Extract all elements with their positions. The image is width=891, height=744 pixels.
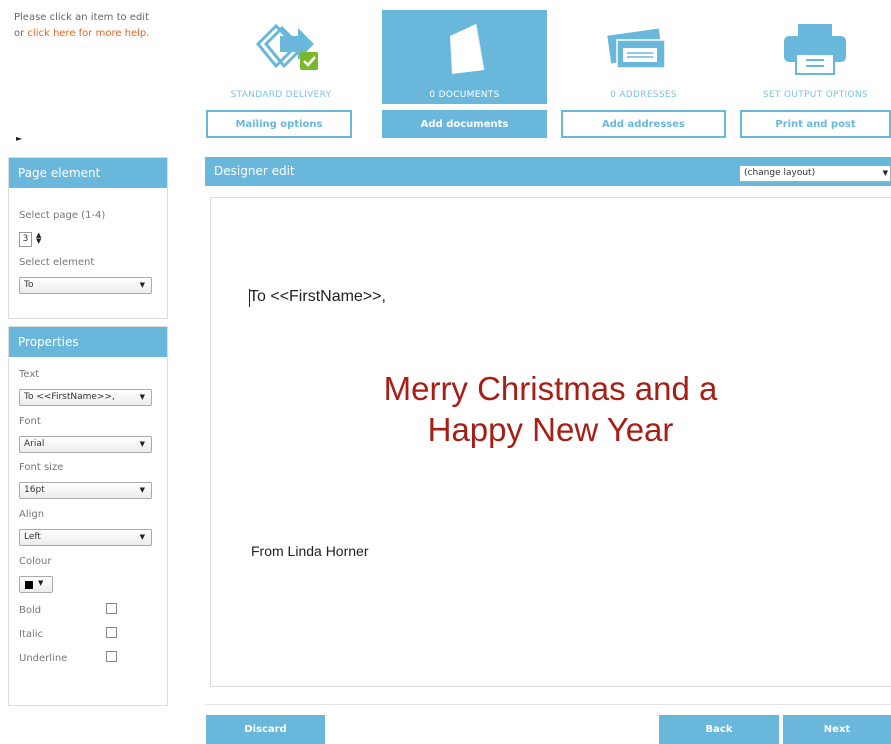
page-stepper-icon[interactable]: ▲ ▼ [36,232,41,245]
select-page-label: Select page (1-4) [19,210,106,221]
colour-swatch [25,581,33,589]
panel-title: Page element [9,158,167,188]
italic-checkbox[interactable] [106,627,117,638]
greeting-text[interactable]: To <<FirstName>>, [249,288,386,306]
discard-button[interactable]: Discard [206,715,325,744]
envelopes-icon [561,14,726,80]
chevron-down-icon: ▼ [38,579,44,587]
colour-picker[interactable]: ▼ [19,576,53,593]
add-addresses-button[interactable]: Add addresses [561,110,726,138]
mailing-options-button[interactable]: Mailing options [206,110,352,138]
change-layout-value: (change layout) [744,168,816,178]
expand-arrow-icon[interactable]: ► [16,134,22,143]
help-or: or [14,28,28,39]
chevron-down-icon: ▼ [139,533,145,541]
change-layout-select[interactable]: (change layout) ▼ [739,165,891,182]
printer-icon [740,14,891,80]
step-caption: SET OUTPUT OPTIONS [763,90,868,100]
back-button[interactable]: Back [659,715,779,744]
step-caption: 0 ADDRESSES [610,90,677,100]
step-documents[interactable]: 0 DOCUMENTS [382,10,547,104]
help-line: Please click an item to edit [14,12,149,23]
element-select[interactable]: To ▼ [19,277,152,294]
add-documents-button[interactable]: Add documents [382,110,547,138]
italic-label: Italic [19,629,44,640]
help-text: Please click an item to edit or click he… [14,10,184,42]
text-label: Text [19,369,40,380]
underline-label: Underline [19,653,68,664]
font-size-select-value: 16pt [24,485,45,495]
document-icon [382,14,547,80]
underline-checkbox[interactable] [106,651,117,662]
delivery-icon [206,14,356,80]
bold-label: Bold [19,605,42,616]
font-label: Font [19,416,41,427]
select-element-label: Select element [19,257,95,268]
step-addresses[interactable]: 0 ADDRESSES [561,10,726,104]
colour-label: Colour [19,556,52,567]
bold-checkbox[interactable] [106,603,117,614]
align-select-value: Left [24,532,41,542]
align-select[interactable]: Left ▼ [19,529,152,546]
headline-line-1: Merry Christmas and a [383,370,718,407]
step-delivery[interactable]: STANDARD DELIVERY [206,10,356,104]
print-and-post-button[interactable]: Print and post [740,110,891,138]
help-link[interactable]: click here for more help. [27,28,149,39]
chevron-down-icon: ▼ [882,169,888,177]
font-size-label: Font size [19,462,64,473]
signature-text[interactable]: From Linda Horner [251,543,369,559]
text-select[interactable]: To <<FirstName>>, ▼ [19,389,152,406]
font-size-select[interactable]: 16pt ▼ [19,482,152,499]
element-select-value: To [24,280,34,290]
chevron-down-icon: ▼ [139,281,145,289]
chevron-down-icon: ▼ [139,440,145,448]
page-element-panel: Page element Select page (1-4) 3 ▲ ▼ Sele… [8,157,168,319]
step-output[interactable]: SET OUTPUT OPTIONS [740,10,891,104]
align-label: Align [19,509,45,520]
headline-text[interactable]: Merry Christmas and a Happy New Year [250,368,851,450]
next-button[interactable]: Next [783,715,891,744]
text-select-value: To <<FirstName>>, [24,392,115,402]
headline-line-2: Happy New Year [427,411,674,448]
page-number-input[interactable]: 3 [19,232,32,247]
divider [205,704,891,705]
step-caption: 0 DOCUMENTS [429,90,500,100]
chevron-down-icon: ▼ [139,393,145,401]
font-select[interactable]: Arial ▼ [19,436,152,453]
properties-panel: Properties Text To <<FirstName>>, ▼ Font… [8,326,168,706]
panel-title: Properties [9,327,167,357]
chevron-down-icon: ▼ [139,486,145,494]
step-caption: STANDARD DELIVERY [230,90,332,100]
font-select-value: Arial [24,439,45,449]
